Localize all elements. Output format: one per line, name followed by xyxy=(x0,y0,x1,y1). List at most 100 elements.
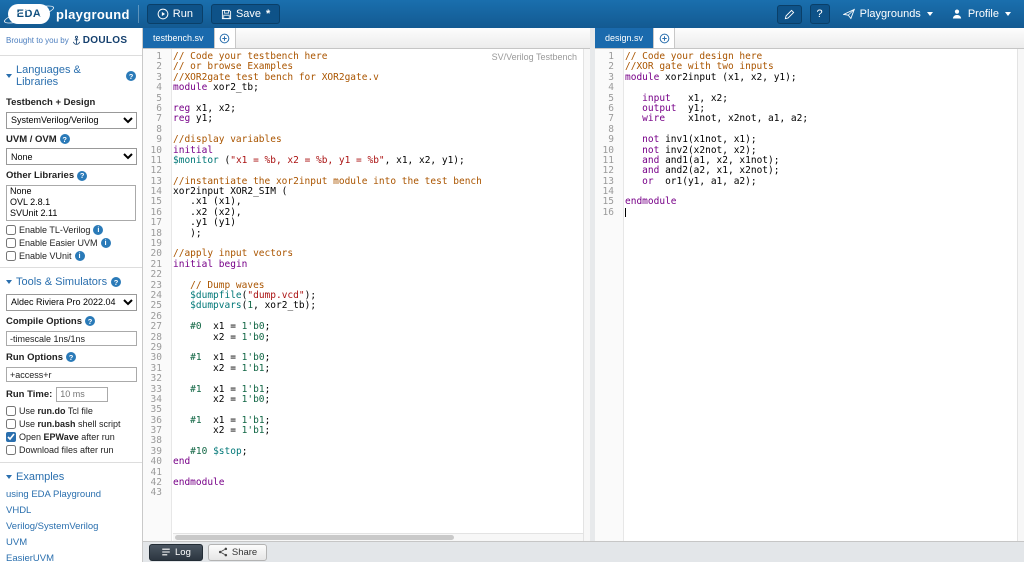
vertical-scrollbar[interactable] xyxy=(583,49,590,541)
testbench-code[interactable]: 1// Code your testbench here 2// or brows… xyxy=(143,49,590,499)
info-icon[interactable]: i xyxy=(100,237,111,248)
checkbox[interactable] xyxy=(6,432,16,442)
uvm-ovm-label: UVM / OVM ? xyxy=(0,129,142,147)
line-text: $dumpvars(1, xor2_tb); xyxy=(190,300,317,312)
chevron-down-icon xyxy=(6,74,12,78)
compile-options-label: Compile Options ? xyxy=(0,311,142,329)
example-link[interactable]: VHDL xyxy=(0,503,142,519)
example-link[interactable]: Verilog/SystemVerilog xyxy=(0,519,142,535)
checkbox-row[interactable]: Enable Easier UVM i xyxy=(0,236,142,249)
code-line[interactable]: 18 ); xyxy=(143,228,590,239)
example-link[interactable]: EasierUVM xyxy=(0,551,142,562)
code-line[interactable]: 25 $dumpvars(1, xor2_tb); xyxy=(143,300,590,312)
library-checkbox-group: Enable TL-Verilog i Enable Easier UVM i Enab… xyxy=(0,223,142,262)
uvm-ovm-select[interactable]: None xyxy=(6,148,137,165)
testbench-design-select[interactable]: SystemVerilog/Verilog xyxy=(6,111,137,129)
code-line[interactable]: 15 endmodule xyxy=(595,197,1024,208)
code-line[interactable]: 7 wire x1not, x2not, a1, a2; xyxy=(595,113,1024,125)
line-text xyxy=(621,187,1024,197)
checkbox-row[interactable]: Enable VUnit i xyxy=(0,249,142,262)
doulos-logo: DOULOS xyxy=(71,35,128,46)
code-line[interactable]: 39 #10 $stop; xyxy=(143,446,590,457)
help-icon[interactable]: ? xyxy=(111,277,122,287)
tab-testbench-sv[interactable]: testbench.sv xyxy=(143,28,214,48)
compile-options-input[interactable] xyxy=(6,331,137,346)
info-icon[interactable]: i xyxy=(74,250,85,261)
run-button[interactable]: Run xyxy=(146,4,203,24)
code-line[interactable]: 31 x2 = 1'b1; xyxy=(143,363,590,374)
example-link[interactable]: UVM xyxy=(0,535,142,551)
profile-label: Profile xyxy=(967,8,999,20)
profile-menu[interactable]: Profile xyxy=(946,5,1016,23)
checkbox-row[interactable]: Open EPWave after run xyxy=(0,431,142,444)
checkbox[interactable] xyxy=(6,237,16,248)
checkbox[interactable] xyxy=(6,419,16,429)
edit-title-button[interactable] xyxy=(776,4,802,24)
scrollbar-thumb[interactable] xyxy=(175,535,454,540)
add-tab-button[interactable] xyxy=(213,28,236,48)
code-line[interactable]: 21 initial begin xyxy=(143,259,590,270)
testbench-code-editor[interactable]: SV/Verilog Testbench 1// Code your testb… xyxy=(143,49,590,541)
app-logo[interactable]: EDA playground xyxy=(2,2,130,27)
info-icon[interactable]: i xyxy=(93,224,104,235)
log-button[interactable]: Log xyxy=(149,543,203,561)
checkbox-row[interactable]: Enable TL-Verilog i xyxy=(0,223,142,236)
run-time-input[interactable] xyxy=(56,386,109,402)
code-line[interactable]: 43 xyxy=(143,488,590,499)
code-line[interactable]: 11 $monitor ("x1 = %b, x2 = %b, y1 = %b",… xyxy=(143,155,590,166)
checkbox-row[interactable]: Use run.bash shell script xyxy=(0,418,142,431)
design-code-editor[interactable]: 1// Code your design here 2//XOR gate wit… xyxy=(595,49,1024,541)
code-line[interactable]: 37 x2 = 1'b1; xyxy=(143,425,590,437)
doulos-attribution[interactable]: Brought to you by DOULOS xyxy=(0,28,142,50)
other-libraries-listbox[interactable]: None OVL 2.8.1 SVUnit 2.11 xyxy=(6,185,136,221)
checkbox-row[interactable]: Use run.do Tcl file xyxy=(0,405,142,418)
vertical-scrollbar[interactable] xyxy=(1017,49,1024,541)
doulos-brand-text: DOULOS xyxy=(82,35,128,46)
code-line[interactable]: 40 end xyxy=(143,456,590,467)
line-text: endmodule xyxy=(173,477,225,489)
sidebar-divider xyxy=(0,267,142,268)
simulator-select[interactable]: Aldec Riviera Pro 2022.04 xyxy=(6,293,137,311)
line-text: wire x1not, x2not, a1, a2; xyxy=(642,113,809,125)
help-icon[interactable]: ? xyxy=(66,352,76,362)
line-text xyxy=(169,468,590,478)
run-options-input[interactable] xyxy=(6,367,137,382)
code-line[interactable]: 17 .y1 (y1) xyxy=(143,217,590,228)
code-line[interactable]: 16 xyxy=(595,207,1024,218)
section-tools-simulators[interactable]: Tools & Simulators ? xyxy=(0,270,142,292)
code-line[interactable]: 4 module xor2_tb; xyxy=(143,82,590,93)
checkbox[interactable] xyxy=(6,406,16,416)
playgrounds-menu[interactable]: Playgrounds xyxy=(838,5,938,23)
checkbox[interactable] xyxy=(6,224,16,235)
help-icon[interactable]: ? xyxy=(85,316,95,326)
library-option[interactable]: SVUnit 2.11 xyxy=(7,208,135,219)
section-languages-libraries[interactable]: Languages & Libraries ? xyxy=(0,58,142,92)
tab-design-sv[interactable]: design.sv xyxy=(595,28,654,48)
code-line[interactable]: 7 reg y1; xyxy=(143,113,590,124)
line-number: 9 xyxy=(156,134,162,146)
checkbox[interactable] xyxy=(6,250,16,261)
code-line[interactable]: 28 x2 = 1'b0; xyxy=(143,332,590,343)
code-line[interactable]: 42 endmodule xyxy=(143,477,590,489)
log-icon xyxy=(162,548,170,556)
checkbox[interactable] xyxy=(6,445,16,455)
code-line[interactable]: 13 or or1(y1, a1, a2); xyxy=(595,176,1024,187)
add-tab-button[interactable] xyxy=(653,28,676,48)
help-button[interactable]: ? xyxy=(809,4,830,24)
design-code[interactable]: 1// Code your design here 2//XOR gate wit… xyxy=(595,49,1024,218)
code-line[interactable]: 34 x2 = 1'b0; xyxy=(143,394,590,405)
section-examples[interactable]: Examples xyxy=(0,465,142,487)
example-link[interactable]: using EDA Playground xyxy=(0,487,142,503)
library-option[interactable]: None xyxy=(7,186,135,197)
help-icon[interactable]: ? xyxy=(59,134,70,144)
code-line[interactable]: 3 module xor2input (x1, x2, y1); xyxy=(595,72,1024,83)
help-icon[interactable]: ? xyxy=(77,170,88,181)
help-icon[interactable]: ? xyxy=(126,71,136,81)
library-option[interactable]: OVL 2.8.1 xyxy=(7,197,135,208)
horizontal-scrollbar[interactable] xyxy=(173,533,583,541)
line-text xyxy=(169,488,590,498)
checkbox-row[interactable]: Download files after run xyxy=(0,444,142,457)
line-text: x2 = 1'b1; xyxy=(173,425,271,437)
share-button[interactable]: Share xyxy=(207,543,268,561)
save-button[interactable]: Save * xyxy=(210,4,281,24)
